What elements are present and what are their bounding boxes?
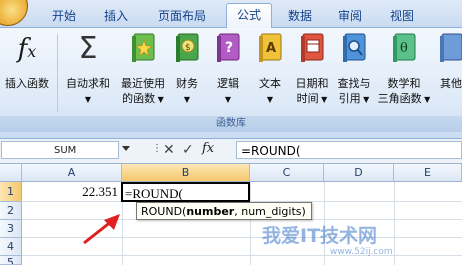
finance-book-icon: $ [176,33,199,62]
lookup-label-2: 引用 [338,92,361,105]
tab-insert[interactable]: 插入 [96,5,136,27]
math-trig-button[interactable]: θ 数学和 三角函数 ▼ [376,32,432,110]
lookup-label-1: 查找与 [337,77,371,90]
tab-home[interactable]: 开始 [44,5,84,27]
dropdown-arrow-icon: ▼ [318,95,328,104]
cell-a1[interactable]: 22.351 [22,182,122,202]
dropdown-arrow-icon: ▼ [224,95,232,104]
column-header-c[interactable]: C [250,164,324,182]
red-arrow-annotation [83,214,120,245]
financial-label: 财务 [176,77,198,90]
select-all-corner[interactable] [0,164,22,182]
svg-text:θ: θ [400,41,408,56]
gridline [250,182,251,265]
function-argument-tooltip: ROUND(number, num_digits) [136,202,312,220]
other-book-icon [440,33,462,62]
more-functions-label: 其他 [440,77,462,90]
function-library-group-label: 函数库 [0,116,462,132]
text-functions-button[interactable]: A 文本 ▼ [252,32,288,110]
autosum-button[interactable]: Σ 自动求和 ▼ [60,32,116,110]
row-header-5[interactable]: 5 [0,256,22,265]
datetime-label-1: 日期和 [295,77,329,90]
dropdown-arrow-icon: ▼ [360,95,370,104]
name-box-dropdown-icon[interactable] [122,146,130,151]
column-header-a[interactable]: A [22,164,122,182]
svg-text:A: A [266,41,276,56]
ribbon-separator [57,34,58,112]
dropdown-arrow-icon: ▼ [266,95,274,104]
financial-button[interactable]: $ 财务 ▼ [170,32,204,110]
logic-book-icon: ? [217,33,240,62]
recent-functions-label-2: 的函数 [122,92,156,105]
site-watermark-url: www.52ij.com [330,247,393,257]
tooltip-function-name[interactable]: ROUND( [141,205,186,218]
logical-button[interactable]: ? 逻辑 ▼ [210,32,246,110]
text-functions-label: 文本 [259,77,281,90]
row-header-4[interactable]: 4 [0,238,22,256]
tab-view[interactable]: 视图 [382,5,422,27]
more-functions-button[interactable]: 其他 [436,32,462,110]
tooltip-current-argument[interactable]: number [186,205,234,218]
sigma-icon: Σ [78,31,98,66]
cell-b1-active[interactable]: =ROUND( [121,182,250,202]
svg-text:$: $ [185,43,191,53]
lookup-reference-button[interactable]: 查找与 引用 ▼ [334,32,374,110]
tab-formulas[interactable]: 公式 [226,3,272,28]
dropdown-arrow-icon: ▼ [183,95,191,104]
column-header-d[interactable]: D [324,164,394,182]
insert-function-button[interactable]: fx 插入函数 [0,32,54,110]
datetime-label-2: 时间 [296,92,319,105]
enter-icon[interactable]: ✓ [182,142,194,158]
recent-functions-label-1: 最近使用 [121,77,165,90]
tooltip-remaining-arguments: , num_digits) [234,205,306,218]
tab-review[interactable]: 审阅 [330,5,370,27]
formula-input[interactable]: =ROUND( [236,141,462,159]
svg-text:?: ? [225,40,233,56]
cancel-icon[interactable]: ✕ [163,142,175,158]
math-book-icon: θ [393,33,416,62]
column-header-b[interactable]: B [122,164,250,182]
dropdown-arrow-icon: ▼ [421,95,431,104]
fx-icon: fx [17,34,37,64]
dropdown-arrow-icon: ▼ [155,95,164,104]
tab-page-layout[interactable]: 页面布局 [150,5,214,27]
logical-label: 逻辑 [217,77,239,90]
math-trig-label-2: 三角函数 [377,92,422,105]
row-header-1[interactable]: 1 [0,182,22,202]
site-watermark: 我爱IT技术网 [262,225,378,247]
datetime-book-icon [301,33,324,62]
dropdown-arrow-icon: ▼ [84,95,92,104]
row-header-3[interactable]: 3 [0,220,22,238]
insert-function-fx-icon[interactable]: fx [202,141,214,156]
formula-bar-grip-icon: ⋮ [152,143,162,154]
tab-data[interactable]: 数据 [280,5,320,27]
autosum-label: 自动求和 [66,77,110,90]
lookup-book-icon [343,33,366,62]
row-header-2[interactable]: 2 [0,202,22,220]
recent-functions-button[interactable]: 最近使用 的函数 ▼ [116,32,170,110]
datetime-button[interactable]: 日期和 时间 ▼ [292,32,332,110]
star-book-icon [132,33,155,62]
name-box[interactable]: SUM [1,141,119,159]
column-header-e[interactable]: E [394,164,462,182]
insert-function-label: 插入函数 [5,77,49,90]
math-trig-label-1: 数学和 [387,77,421,90]
text-book-icon: A [259,33,282,62]
